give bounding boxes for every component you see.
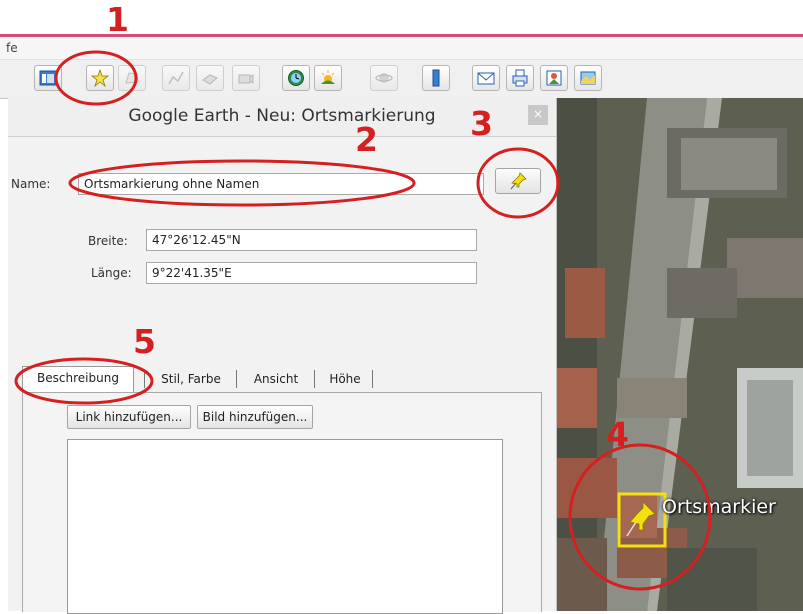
envelope-icon — [477, 72, 495, 85]
sidebar-toggle-button[interactable] — [34, 65, 62, 91]
tab-separator — [236, 370, 237, 388]
save-image-icon — [546, 70, 562, 86]
view-in-maps-button[interactable] — [574, 65, 602, 91]
name-label: Name: — [11, 177, 51, 191]
printer-icon — [512, 69, 528, 87]
add-path-button[interactable] — [162, 65, 190, 91]
pushpin-star-icon — [91, 69, 109, 87]
sunlight-button[interactable] — [314, 65, 342, 91]
description-textarea[interactable] — [67, 439, 503, 614]
email-button[interactable] — [472, 65, 500, 91]
longitude-field[interactable]: 9°22'41.35"E — [146, 262, 477, 284]
add-image-overlay-button[interactable] — [196, 65, 224, 91]
add-polygon-button[interactable] — [118, 65, 146, 91]
polygon-icon — [125, 72, 139, 84]
ruler-icon — [432, 69, 440, 87]
latitude-field[interactable]: 47°26'12.45"N — [146, 229, 477, 251]
close-button[interactable]: × — [528, 105, 548, 125]
record-tour-button[interactable] — [232, 65, 260, 91]
sun-icon — [321, 70, 335, 84]
menu-bar: fe — [0, 37, 803, 60]
image-overlay-icon — [202, 74, 218, 85]
tab-altitude[interactable]: Höhe — [318, 368, 372, 392]
save-image-button[interactable] — [540, 65, 568, 91]
add-link-button[interactable]: Link hinzufügen... — [67, 405, 191, 429]
sidebar-icon — [39, 70, 57, 86]
add-image-button[interactable]: Bild hinzufügen... — [197, 405, 313, 429]
placemark-icon-button[interactable] — [495, 168, 541, 194]
tab-style-color[interactable]: Stil, Farbe — [148, 368, 234, 392]
menu-item-help[interactable]: fe — [6, 41, 18, 55]
satellite-imagery — [557, 98, 803, 611]
placemark-map-label: Ortsmarkier — [662, 496, 776, 518]
planet-icon — [375, 73, 393, 83]
switch-planet-button[interactable] — [370, 65, 398, 91]
longitude-label: Länge: — [91, 266, 132, 280]
tab-separator — [372, 370, 373, 388]
tab-view[interactable]: Ansicht — [240, 368, 312, 392]
print-button[interactable] — [506, 65, 534, 91]
description-panel: Link hinzufügen... Bild hinzufügen... — [22, 392, 542, 614]
add-placemark-button[interactable] — [86, 65, 114, 91]
annotation-number-2: 2 — [355, 120, 378, 159]
annotation-number-3: 3 — [470, 104, 493, 143]
map-icon — [580, 71, 596, 85]
yellow-pushpin-icon — [510, 172, 527, 190]
camera-icon — [238, 74, 254, 84]
latitude-label: Breite: — [88, 234, 128, 248]
satellite-map-view[interactable] — [557, 98, 803, 611]
new-placemark-dialog: Google Earth - Neu: Ortsmarkierung × Nam… — [8, 98, 557, 614]
path-icon — [168, 71, 184, 85]
tab-description[interactable]: Beschreibung — [22, 366, 134, 392]
clock-icon — [288, 70, 304, 86]
tab-separator — [314, 370, 315, 388]
tab-separator — [144, 370, 145, 388]
name-field[interactable]: Ortsmarkierung ohne Namen — [78, 173, 484, 195]
annotation-number-5: 5 — [133, 322, 156, 361]
ruler-button[interactable] — [422, 65, 450, 91]
annotation-number-1: 1 — [106, 0, 129, 39]
historical-imagery-button[interactable] — [282, 65, 310, 91]
annotation-number-4: 4 — [606, 415, 629, 454]
toolbar — [0, 60, 803, 99]
